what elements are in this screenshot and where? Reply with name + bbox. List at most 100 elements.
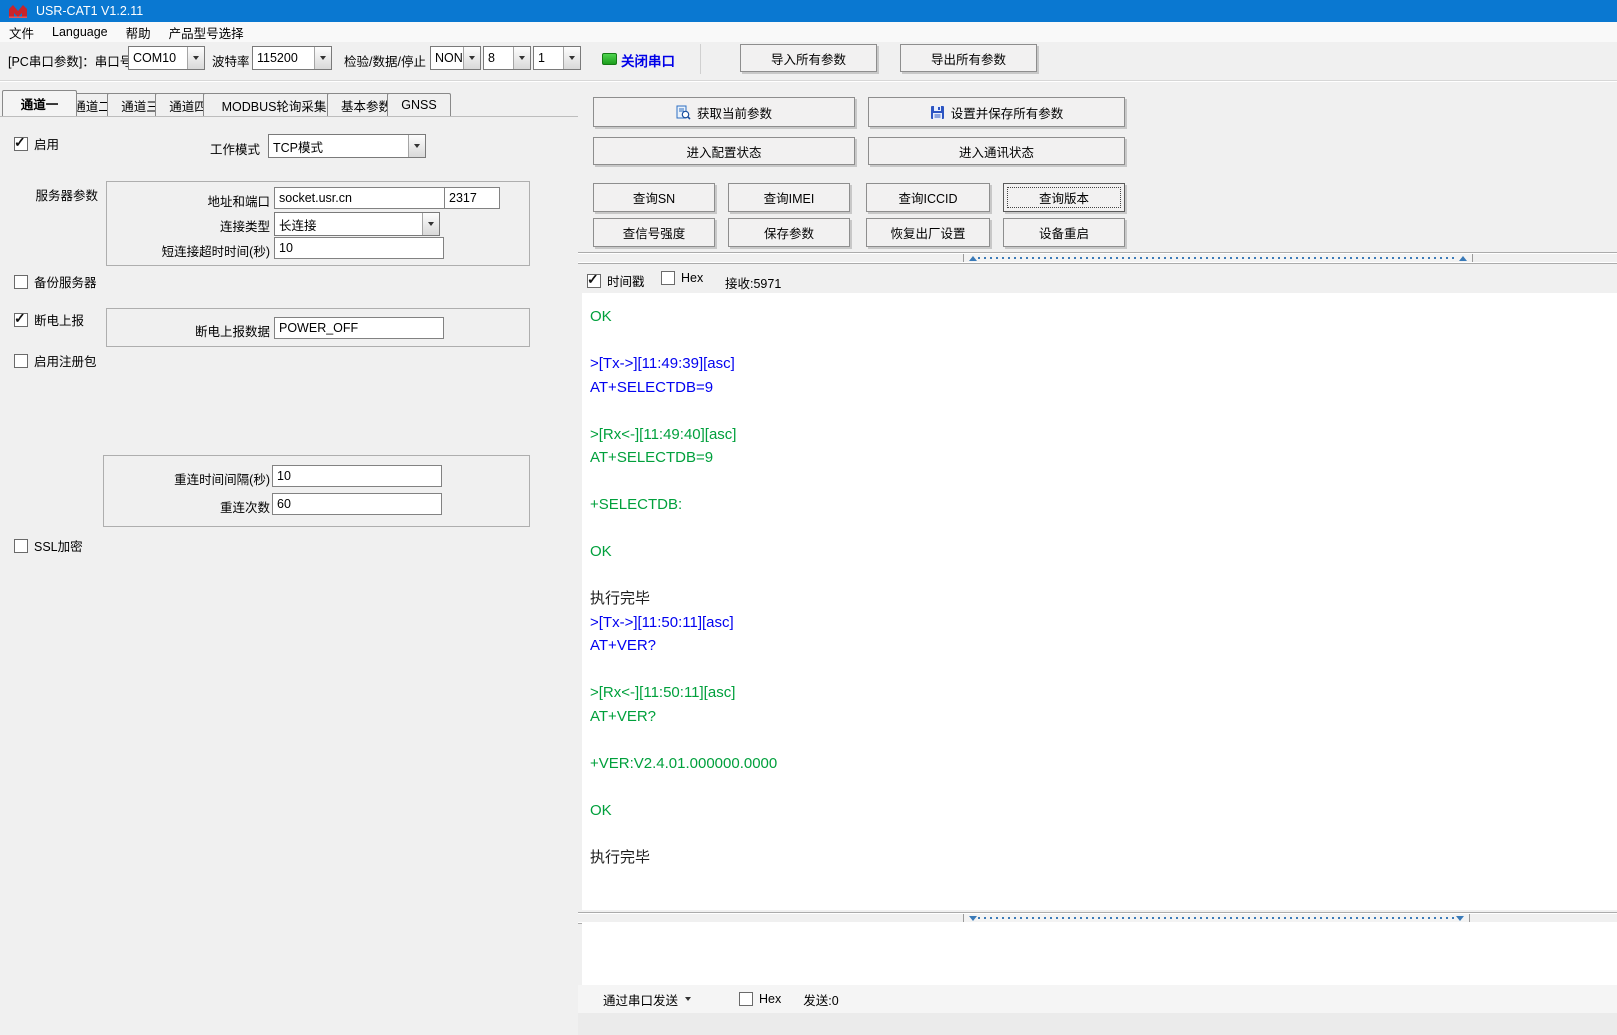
server-port-input[interactable]: 2317 [444,187,500,209]
log-line [590,470,1617,494]
save-params-button[interactable]: 保存参数 [728,218,850,247]
query-imei-button[interactable]: 查询IMEI [728,183,850,212]
factory-reset-button[interactable]: 恢复出厂设置 [866,218,990,247]
chevron-down-icon[interactable] [463,47,480,69]
log-line: OK [590,305,1617,329]
ssl-checkbox[interactable]: SSL加密 [14,536,83,555]
chevron-down-icon[interactable] [422,213,439,235]
chevron-down-icon [685,997,691,1001]
enter-config-state-button[interactable]: 进入配置状态 [593,137,855,165]
power-off-report-checkbox[interactable]: 断电上报 [14,310,84,329]
query-sn-button[interactable]: 查询SN [593,183,715,212]
checkbox-box[interactable] [14,275,28,289]
checkbox-box[interactable] [14,313,28,327]
log-line: +VER:V2.4.01.000000.0000 [590,752,1617,776]
app-window: USR-CAT1 V1.2.11 文件Language帮助产品型号选择 [PC串… [0,0,1617,1035]
checkbox-box[interactable] [14,354,28,368]
collapse-down-icon[interactable] [969,916,977,921]
com-port-select[interactable]: COM10 [128,46,205,70]
reconnect-times-input[interactable]: 60 [272,493,442,515]
baud-label: 波特率 [212,51,250,70]
sent-count-label: 发送:0 [803,990,838,1009]
log-splitter[interactable] [578,252,1617,264]
set-save-all-params-button[interactable]: 设置并保存所有参数 [868,97,1125,127]
parity-label: 检验/数据/停止 [344,51,426,70]
tabstrip-underline [0,116,578,117]
send-hex-checkbox[interactable]: Hex [739,992,781,1006]
checkbox-box[interactable] [587,274,601,288]
collapse-down-icon[interactable] [1456,916,1464,921]
menu-item-2[interactable]: 帮助 [117,22,160,42]
stopbits-select[interactable]: 1 [533,46,581,70]
receive-log-area[interactable]: OK >[Tx->][11:49:39][asc]AT+SELECTDB=9 >… [582,293,1617,910]
log-line: >[Tx->][11:50:11][asc] [590,611,1617,635]
title-bar[interactable]: USR-CAT1 V1.2.11 [0,0,1617,22]
collapse-up-icon[interactable] [969,256,977,261]
addr-port-label: 地址和端口 [150,191,270,210]
checkbox-box[interactable] [14,137,28,151]
log-line [590,329,1617,353]
menu-item-1[interactable]: Language [43,22,117,42]
enter-comm-state-button[interactable]: 进入通讯状态 [868,137,1125,165]
send-input-area[interactable] [582,923,1617,985]
chevron-down-icon[interactable] [513,47,530,69]
query-iccid-button[interactable]: 查询ICCID [866,183,990,212]
reconnect-interval-input[interactable]: 10 [272,465,442,487]
recv-count-label: 接收:5971 [725,273,781,292]
power-off-data-input[interactable]: POWER_OFF [274,317,444,339]
log-line: +SELECTDB: [590,493,1617,517]
query-version-button[interactable]: 查询版本 [1003,183,1125,212]
chevron-down-icon[interactable] [187,47,204,69]
databits-select[interactable]: 8 [483,46,531,70]
backup-server-checkbox[interactable]: 备份服务器 [14,272,97,291]
close-serial-button[interactable]: 关闭串口 [621,50,675,70]
log-line: >[Rx<-][11:49:40][asc] [590,423,1617,447]
menu-item-0[interactable]: 文件 [0,22,43,42]
app-logo-icon [8,4,28,19]
export-all-params-button[interactable]: 导出所有参数 [900,44,1037,72]
tab-4[interactable]: MODBUS轮询采集 [203,93,345,116]
bottom-strip [578,1013,1617,1035]
collapse-up-icon[interactable] [1459,256,1467,261]
device-reboot-button[interactable]: 设备重启 [1003,218,1125,247]
log-line: >[Tx->][11:49:39][asc] [590,352,1617,376]
search-doc-icon [676,105,691,120]
baud-select[interactable]: 115200 [252,46,332,70]
import-all-params-button[interactable]: 导入所有参数 [740,44,877,72]
enable-checkbox[interactable]: 启用 [14,134,59,153]
tab-6[interactable]: GNSS [387,93,451,116]
enable-regpack-checkbox[interactable]: 启用注册包 [14,351,97,370]
chevron-down-icon[interactable] [314,47,331,69]
query-signal-button[interactable]: 查信号强度 [593,218,715,247]
conn-type-select[interactable]: 长连接 [274,212,440,236]
splitter-dots[interactable] [978,257,1458,259]
log-line: 执行完毕 [590,587,1617,611]
parity-select[interactable]: NONI [430,46,481,70]
checkbox-box[interactable] [739,992,753,1006]
short-timeout-input[interactable]: 10 [274,237,444,259]
send-via-serial-button[interactable]: 通过串口发送 [603,990,691,1009]
splitter-dots[interactable] [978,917,1455,919]
work-mode-label: 工作模式 [150,139,260,158]
log-line [590,517,1617,541]
checkbox-box[interactable] [661,271,675,285]
log-line [590,399,1617,423]
work-mode-select[interactable]: TCP模式 [268,134,426,158]
timestamp-checkbox[interactable]: 时间戳 [587,271,645,290]
checkbox-box[interactable] [14,539,28,553]
tab-0[interactable]: 通道一 [2,90,77,116]
log-line [590,658,1617,682]
log-line: OK [590,799,1617,823]
log-line: AT+VER? [590,705,1617,729]
chevron-down-icon[interactable] [408,135,425,157]
recv-hex-checkbox[interactable]: Hex [661,271,703,285]
power-off-data-label: 断电上报数据 [150,321,270,340]
toolbar-separator [700,44,701,74]
log-line [590,822,1617,846]
get-current-params-button[interactable]: 获取当前参数 [593,97,855,127]
server-address-input[interactable]: socket.usr.cn [274,187,446,209]
menu-bar: 文件Language帮助产品型号选择 [0,22,1617,43]
menu-item-3[interactable]: 产品型号选择 [160,22,253,42]
log-line [590,775,1617,799]
chevron-down-icon[interactable] [563,47,580,69]
